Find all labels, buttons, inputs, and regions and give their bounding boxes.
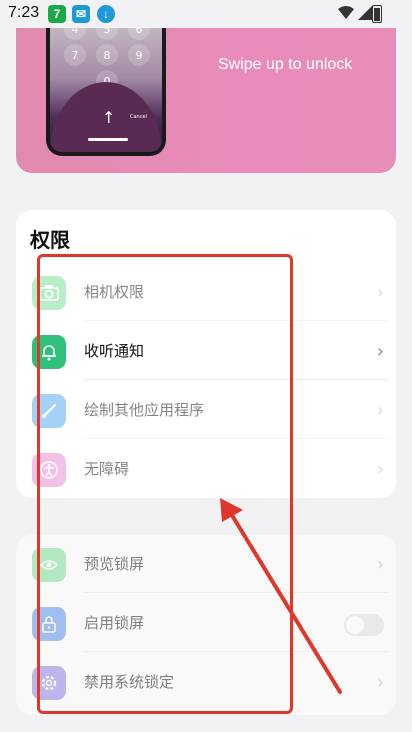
annotation-arrow bbox=[220, 498, 342, 694]
